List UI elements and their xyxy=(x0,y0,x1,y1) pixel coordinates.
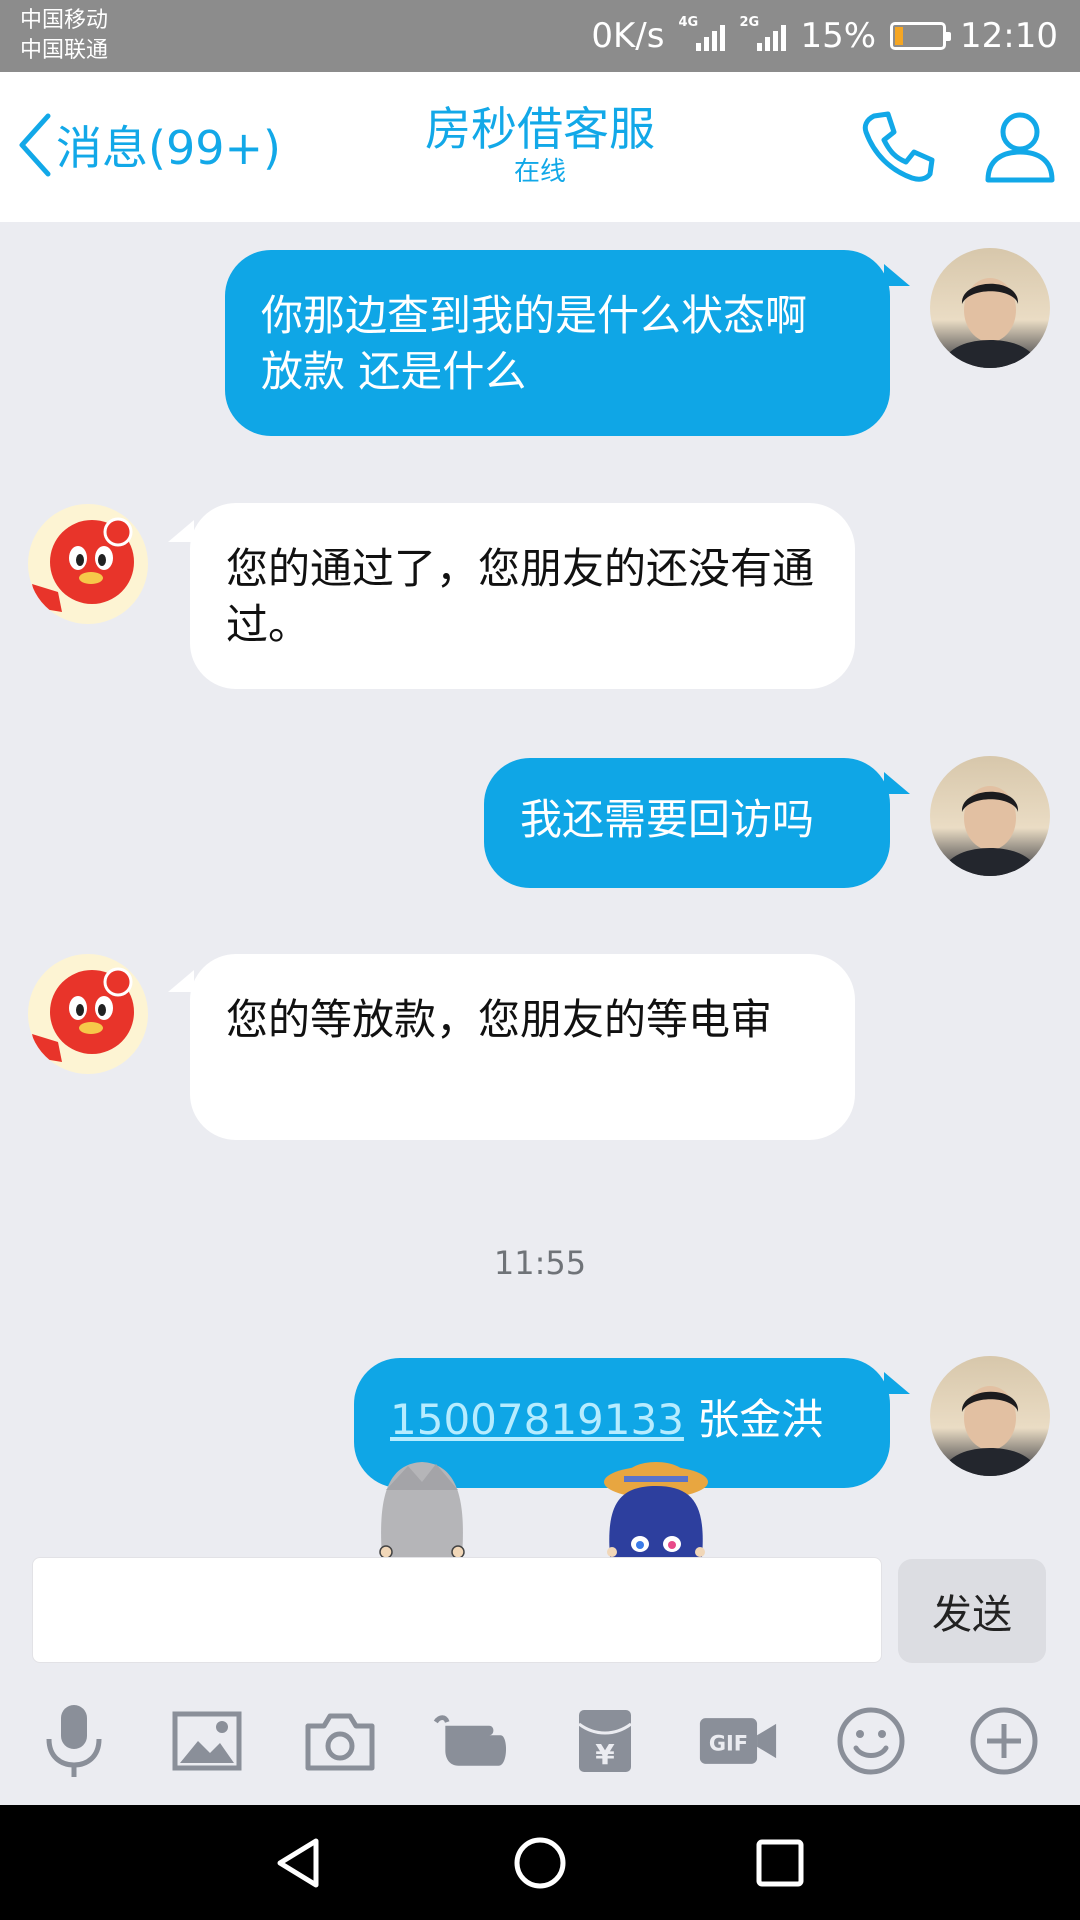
voice-button[interactable] xyxy=(34,1701,114,1781)
message-list[interactable]: 你那边查到我的是什么状态啊 放款 还是什么 您的通过了，您朋友的还没有通过。 我… xyxy=(0,222,1080,1557)
user-avatar-photo xyxy=(940,1386,1040,1476)
person-icon xyxy=(985,112,1055,183)
back-button[interactable]: 消息(99+) xyxy=(14,110,281,180)
battery-percent: 15% xyxy=(800,16,877,56)
message-timestamp: 11:55 xyxy=(493,1244,587,1282)
avatar[interactable] xyxy=(28,954,148,1074)
more-button[interactable] xyxy=(964,1701,1044,1781)
chat-header: 消息(99+) 房秒借客服 在线 xyxy=(0,72,1080,222)
avatar[interactable] xyxy=(930,756,1050,876)
recents-square-icon xyxy=(756,1839,804,1887)
bubble-tail xyxy=(168,970,194,992)
back-triangle-icon xyxy=(277,1838,319,1888)
input-toolbar: ¥ GIF xyxy=(0,1677,1080,1805)
battery-icon xyxy=(890,22,952,50)
sim2-signal-icon: 2G xyxy=(739,15,787,51)
peeking-character-hat xyxy=(604,1462,708,1557)
nav-back-button[interactable] xyxy=(270,1833,330,1893)
carrier-2: 中国联通 xyxy=(20,38,109,63)
message-text: 你那边查到我的是什么状态啊 放款 还是什么 xyxy=(261,291,808,396)
poke-hand-icon xyxy=(433,1715,507,1766)
send-button[interactable]: 发送 xyxy=(898,1559,1046,1663)
camera-icon xyxy=(305,1713,375,1771)
red-packet-icon: ¥ xyxy=(578,1710,632,1772)
gif-icon: GIF xyxy=(699,1718,777,1764)
chevron-left-icon xyxy=(19,113,51,177)
message-text: 我还需要回访吗 xyxy=(520,795,815,844)
battery-fill xyxy=(895,27,903,45)
poke-button[interactable] xyxy=(432,1701,512,1781)
back-label: 消息(99+) xyxy=(56,121,281,175)
emoji-icon xyxy=(837,1707,905,1775)
avatar[interactable] xyxy=(930,248,1050,368)
bubble-tail xyxy=(884,772,910,794)
user-avatar-photo xyxy=(940,786,1040,876)
red-packet-button[interactable]: ¥ xyxy=(565,1701,645,1781)
phone-number-link[interactable]: 15007819133 xyxy=(390,1395,684,1444)
nav-recents-button[interactable] xyxy=(750,1833,810,1893)
message-text: 张金洪 xyxy=(683,1395,824,1444)
peeking-character-gray xyxy=(379,1462,465,1557)
system-nav-bar xyxy=(0,1805,1080,1920)
carrier-names: 中国移动 中国联通 xyxy=(20,6,108,66)
profile-button[interactable] xyxy=(980,106,1060,186)
message-bubble-incoming[interactable]: 您的通过了，您朋友的还没有通过。 xyxy=(190,503,855,689)
avatar[interactable] xyxy=(28,504,148,624)
service-mascot-avatar xyxy=(32,517,134,612)
home-circle-icon xyxy=(514,1837,566,1889)
call-button[interactable] xyxy=(858,106,938,186)
bubble-tail xyxy=(884,1372,910,1394)
photo-button[interactable] xyxy=(167,1701,247,1781)
plus-icon xyxy=(970,1707,1038,1775)
sim1-signal-icon: 4G xyxy=(678,15,726,51)
message-bubble-incoming[interactable]: 您的等放款，您朋友的等电审 xyxy=(190,954,855,1140)
image-icon xyxy=(172,1711,242,1771)
emoji-button[interactable] xyxy=(831,1701,911,1781)
phone-icon xyxy=(862,111,935,182)
message-input[interactable] xyxy=(32,1557,882,1663)
microphone-icon xyxy=(46,1705,102,1777)
svg-text:¥: ¥ xyxy=(595,1738,615,1771)
clock: 12:10 xyxy=(960,16,1058,56)
bubble-tail xyxy=(884,264,910,286)
message-bubble-outgoing[interactable]: 我还需要回访吗 xyxy=(484,758,890,888)
status-indicators: 0K/s 4G 2G 15% 12:10 xyxy=(591,14,1058,58)
status-bar: 中国移动 中国联通 0K/s 4G 2G 15% 12:10 xyxy=(0,0,1080,72)
net-speed: 0K/s xyxy=(591,16,665,56)
sim1-network-type: 4G xyxy=(678,15,699,30)
composer: 发送 xyxy=(0,1557,1080,1677)
message-text: 您的等放款，您朋友的等电审 xyxy=(226,995,773,1044)
camera-button[interactable] xyxy=(300,1701,380,1781)
carrier-1: 中国移动 xyxy=(20,8,109,33)
nav-home-button[interactable] xyxy=(510,1833,570,1893)
user-avatar-photo xyxy=(940,278,1040,368)
gif-video-button[interactable]: GIF xyxy=(698,1701,778,1781)
service-mascot-avatar xyxy=(32,967,134,1062)
message-bubble-outgoing[interactable]: 你那边查到我的是什么状态啊 放款 还是什么 xyxy=(225,250,890,436)
sim2-network-type: 2G xyxy=(739,15,760,30)
avatar[interactable] xyxy=(930,1356,1050,1476)
message-text: 您的通过了，您朋友的还没有通过。 xyxy=(226,544,815,649)
svg-text:GIF: GIF xyxy=(709,1732,748,1756)
